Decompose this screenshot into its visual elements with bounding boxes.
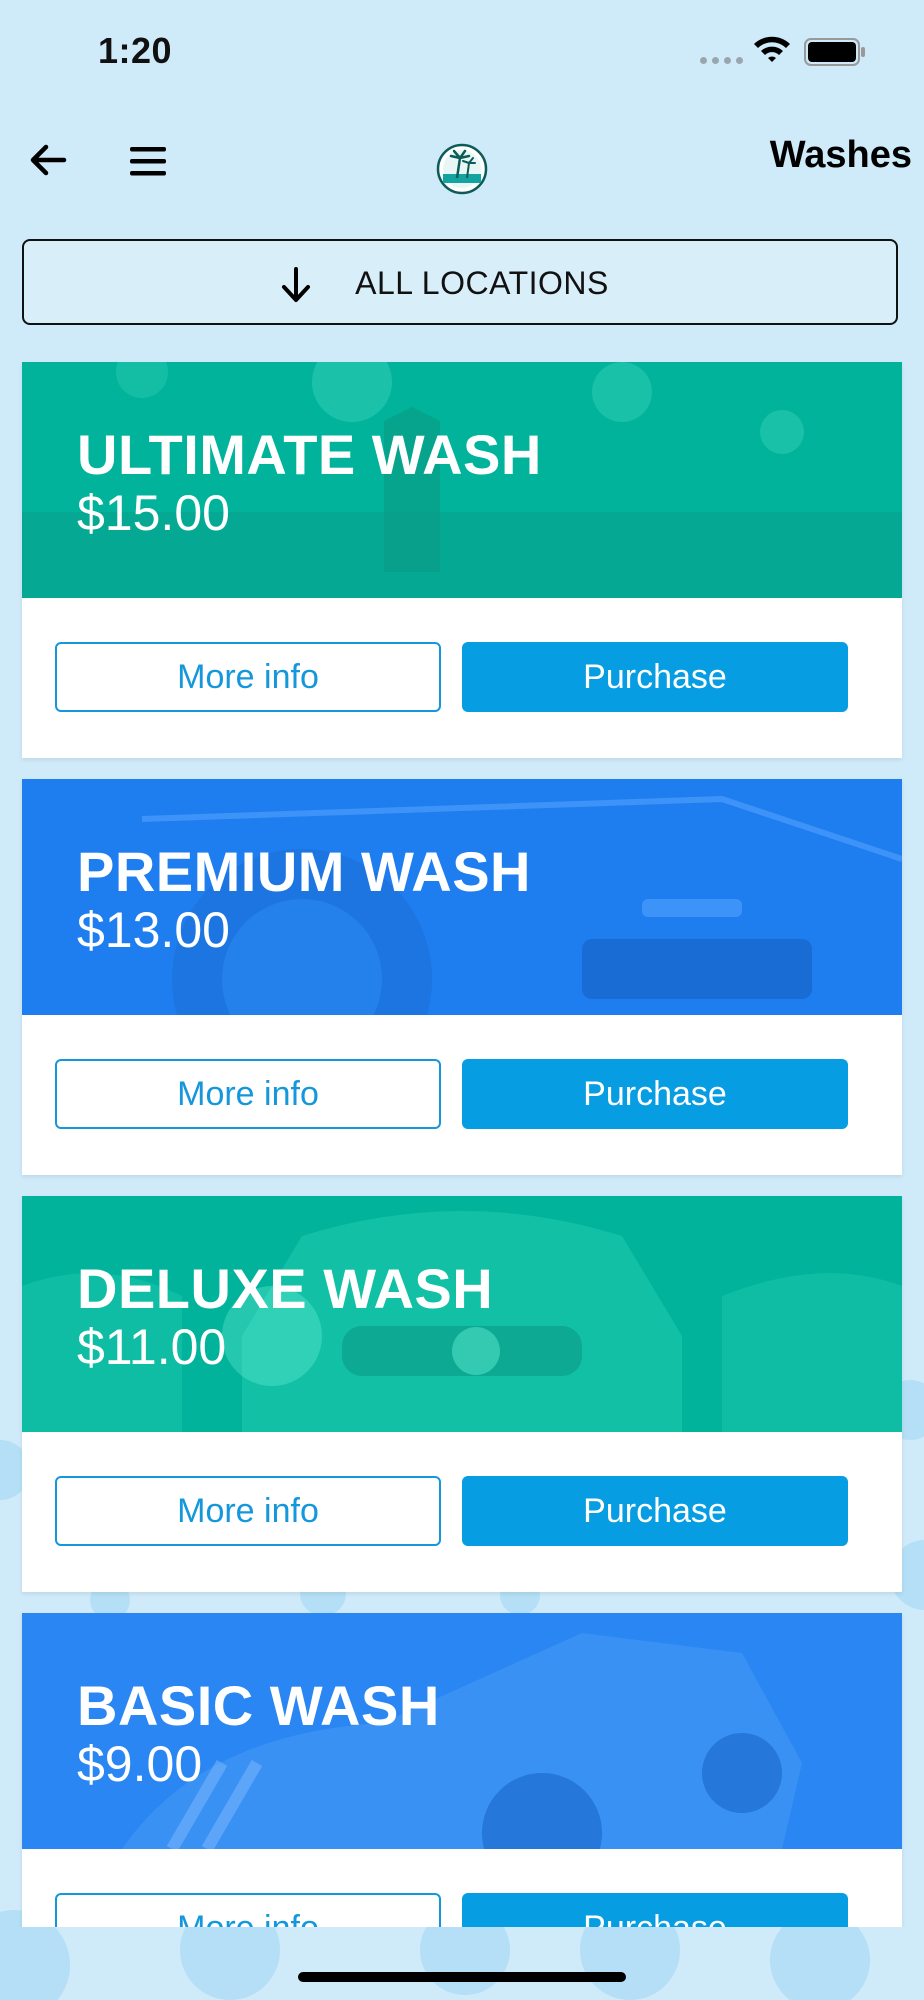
wash-price: $9.00 [77, 1736, 203, 1792]
wash-banner: DELUXE WASH $11.00 [22, 1196, 902, 1432]
purchase-button[interactable]: Purchase [462, 642, 848, 712]
more-info-button[interactable]: More info [55, 642, 441, 712]
wash-price: $15.00 [77, 485, 230, 541]
wash-actions: More info Purchase [22, 598, 902, 758]
wash-actions: More info Purchase [22, 1849, 902, 1927]
wash-list[interactable]: ULTIMATE WASH $15.00 More info Purchase … [0, 0, 924, 1927]
more-info-button[interactable]: More info [55, 1476, 441, 1546]
purchase-button[interactable]: Purchase [462, 1059, 848, 1129]
purchase-button[interactable]: Purchase [462, 1476, 848, 1546]
wash-card: PREMIUM WASH $13.00 More info Purchase [22, 779, 902, 1175]
wash-banner: PREMIUM WASH $13.00 [22, 779, 902, 1015]
wash-name: BASIC WASH [77, 1674, 440, 1737]
wash-card: BASIC WASH $9.00 More info Purchase [22, 1613, 902, 1927]
more-info-button[interactable]: More info [55, 1059, 441, 1129]
wash-price: $13.00 [77, 902, 230, 958]
wash-card: ULTIMATE WASH $15.00 More info Purchase [22, 362, 902, 758]
wash-banner: ULTIMATE WASH $15.00 [22, 362, 902, 598]
wash-actions: More info Purchase [22, 1432, 902, 1592]
wash-name: DELUXE WASH [77, 1257, 494, 1320]
wash-name: ULTIMATE WASH [77, 423, 542, 486]
more-info-button[interactable]: More info [55, 1893, 441, 1927]
home-indicator[interactable] [298, 1972, 626, 1982]
wash-name: PREMIUM WASH [77, 840, 531, 903]
wash-actions: More info Purchase [22, 1015, 902, 1175]
wash-card: DELUXE WASH $11.00 More info Purchase [22, 1196, 902, 1592]
wash-banner: BASIC WASH $9.00 [22, 1613, 902, 1849]
wash-price: $11.00 [77, 1319, 227, 1375]
purchase-button[interactable]: Purchase [462, 1893, 848, 1927]
